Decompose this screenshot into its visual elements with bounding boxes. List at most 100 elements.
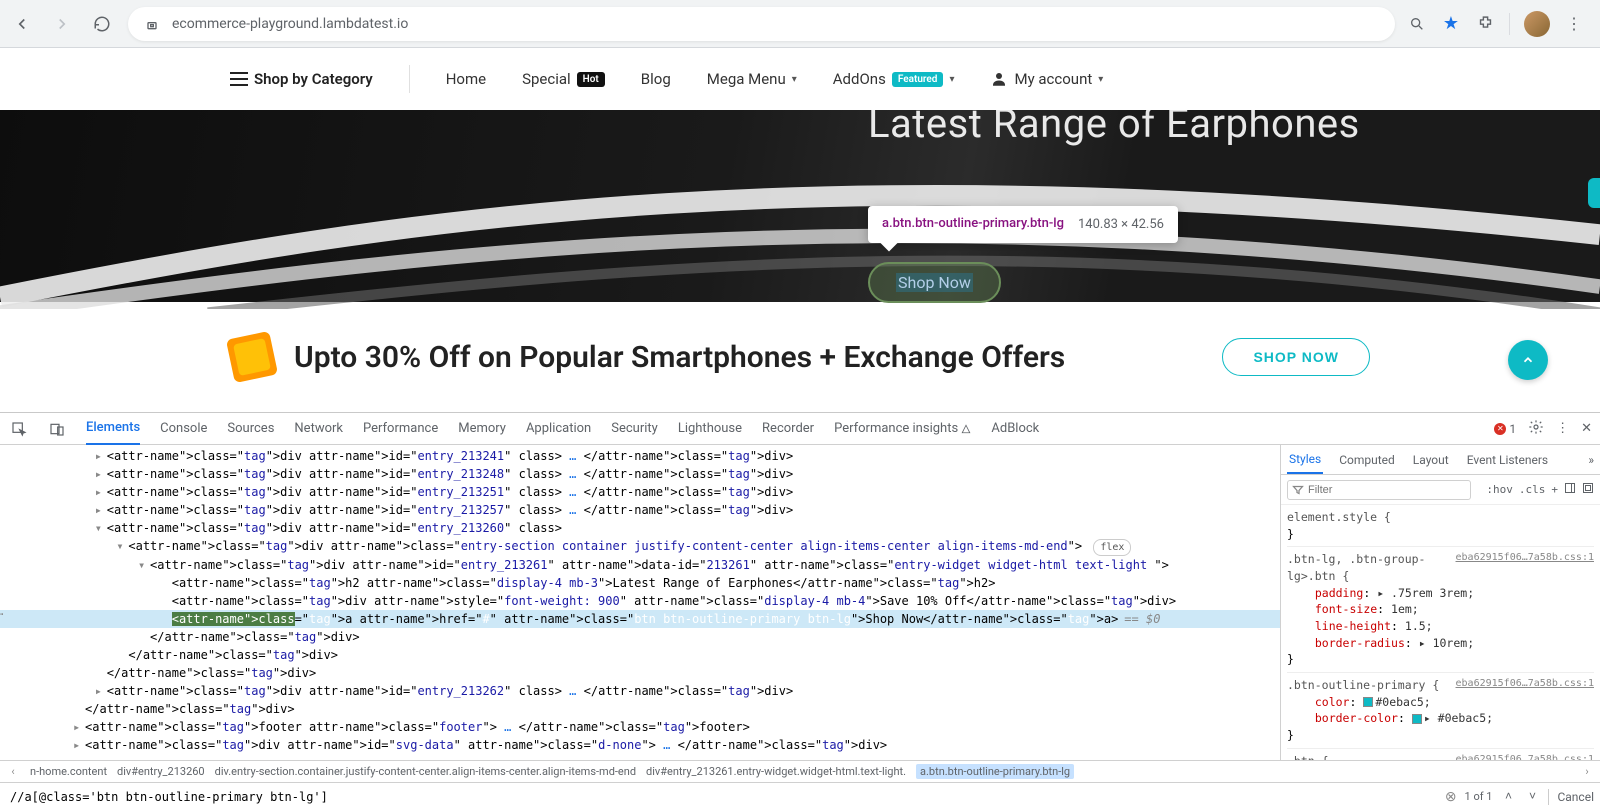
discount-tag-icon bbox=[226, 331, 278, 383]
page-scrollbar-thumb[interactable] bbox=[1588, 178, 1600, 208]
css-rule-block[interactable]: element.style {} bbox=[1287, 509, 1594, 547]
devtools-body: ⋯ ▸<attr-name">class="tag">div attr-name… bbox=[0, 445, 1600, 760]
dom-tree-line[interactable]: ▾<attr-name">class="tag">div attr-name">… bbox=[0, 556, 1280, 574]
breadcrumb-item[interactable]: div#entry_213260 bbox=[117, 765, 205, 778]
rendering-icon[interactable] bbox=[1582, 482, 1594, 497]
css-rule-block[interactable]: eba62915f06…7a58b.css:1.btn-lg, .btn-gro… bbox=[1287, 551, 1594, 673]
devtools-settings-icon[interactable] bbox=[1528, 419, 1544, 439]
divider bbox=[1509, 13, 1510, 35]
tab-network[interactable]: Network bbox=[294, 413, 343, 444]
devtools-menu-icon[interactable]: ⋮ bbox=[1556, 421, 1569, 436]
bookmark-star-icon[interactable]: ★ bbox=[1441, 14, 1461, 34]
styles-tab-event-listeners[interactable]: Event Listeners bbox=[1465, 447, 1550, 473]
css-rule-block[interactable]: eba62915f06…7a58b.css:1.btn { display: i… bbox=[1287, 753, 1594, 760]
styles-tab-computed[interactable]: Computed bbox=[1337, 447, 1397, 473]
extensions-icon[interactable] bbox=[1475, 14, 1495, 34]
breadcrumb-item[interactable]: n-home.content bbox=[30, 765, 107, 778]
nav-my-account[interactable]: My account ▾ bbox=[990, 70, 1103, 88]
styles-filter-input[interactable] bbox=[1287, 480, 1471, 500]
cls-toggle[interactable]: .cls bbox=[1519, 483, 1546, 496]
tab-elements[interactable]: Elements bbox=[86, 412, 140, 445]
nav-mega-menu[interactable]: Mega Menu ▾ bbox=[707, 70, 797, 88]
tab-performance-insights[interactable]: Performance insights bbox=[834, 413, 971, 444]
site-info-icon[interactable] bbox=[142, 14, 162, 34]
nav-special[interactable]: Special Hot bbox=[522, 70, 605, 88]
tab-performance[interactable]: Performance bbox=[363, 413, 438, 444]
dom-tree-line[interactable]: ▸<attr-name">class="tag">div attr-name">… bbox=[0, 447, 1280, 465]
devtools-close-icon[interactable]: ✕ bbox=[1581, 421, 1592, 436]
error-counter[interactable]: ✕1 bbox=[1494, 422, 1516, 436]
dom-tree-line[interactable]: </attr-name">class="tag">div> bbox=[0, 700, 1280, 718]
tab-adblock[interactable]: AdBlock bbox=[991, 413, 1039, 444]
url-text: ecommerce-playground.lambdatest.io bbox=[172, 16, 1381, 32]
hero-section: Latest Range of Earphones bbox=[0, 110, 1600, 302]
devtools-tabs: Elements Console Sources Network Perform… bbox=[0, 413, 1600, 445]
scroll-to-top-button[interactable] bbox=[1508, 340, 1548, 380]
chrome-menu-icon[interactable]: ⋮ bbox=[1564, 14, 1584, 34]
profile-avatar[interactable] bbox=[1524, 11, 1550, 37]
zoom-icon[interactable] bbox=[1407, 14, 1427, 34]
dom-tree-line[interactable]: </attr-name">class="tag">div> bbox=[0, 646, 1280, 664]
search-cancel-button[interactable]: Cancel bbox=[1557, 790, 1594, 804]
tab-lighthouse[interactable]: Lighthouse bbox=[678, 413, 742, 444]
hero-shop-now-button[interactable]: Shop Now bbox=[868, 262, 1001, 303]
dom-tree-line[interactable]: ▸<attr-name">class="tag">div attr-name">… bbox=[0, 465, 1280, 483]
computed-sidebar-icon[interactable] bbox=[1564, 482, 1576, 497]
dom-tree-line[interactable]: <attr-name">class="tag">h2 attr-name">cl… bbox=[0, 574, 1280, 592]
styles-tab-styles[interactable]: Styles bbox=[1287, 446, 1323, 474]
hov-toggle[interactable]: :hov bbox=[1486, 483, 1513, 496]
styles-tabs: Styles Computed Layout Event Listeners » bbox=[1281, 445, 1600, 475]
styles-tabs-more-icon[interactable]: » bbox=[1588, 453, 1594, 467]
styles-tab-layout[interactable]: Layout bbox=[1411, 447, 1451, 473]
dom-tree-line[interactable]: <attr-name">class="tag">div attr-name">s… bbox=[0, 592, 1280, 610]
device-toolbar-icon[interactable] bbox=[48, 420, 66, 438]
tab-sources[interactable]: Sources bbox=[227, 413, 274, 444]
breadcrumb-scroll-left[interactable]: ‹ bbox=[6, 765, 20, 778]
breadcrumb-scroll-right[interactable]: › bbox=[1580, 765, 1594, 778]
address-bar[interactable]: ecommerce-playground.lambdatest.io bbox=[128, 7, 1395, 41]
hamburger-icon bbox=[230, 72, 248, 86]
breadcrumb-item[interactable]: div#entry_213261.entry-widget.widget-htm… bbox=[646, 765, 906, 778]
dom-tree-line[interactable]: ▸<attr-name">class="tag">div attr-name">… bbox=[0, 501, 1280, 519]
dom-tree-line[interactable]: ▸<attr-name">class="tag">div attr-name">… bbox=[0, 483, 1280, 501]
back-button[interactable] bbox=[8, 10, 36, 38]
dom-tree-line[interactable]: ▾<attr-name">class="tag">div attr-name">… bbox=[0, 519, 1280, 537]
hero-title: Latest Range of Earphones bbox=[868, 100, 1360, 147]
elements-tree[interactable]: ⋯ ▸<attr-name">class="tag">div attr-name… bbox=[0, 445, 1280, 760]
reload-button[interactable] bbox=[88, 10, 116, 38]
dom-tree-line[interactable]: ▸<attr-name">class="tag">footer attr-nam… bbox=[0, 718, 1280, 736]
breadcrumb-item-active[interactable]: a.btn.btn-outline-primary.btn-lg bbox=[916, 764, 1074, 779]
new-style-rule-icon[interactable]: + bbox=[1551, 483, 1558, 496]
nav-home[interactable]: Home bbox=[446, 70, 486, 88]
elements-search-input[interactable] bbox=[6, 788, 1437, 806]
forward-button[interactable] bbox=[48, 10, 76, 38]
search-prev-icon[interactable]: ˄ bbox=[1500, 789, 1516, 805]
dom-tree-line[interactable]: </attr-name">class="tag">div> bbox=[0, 628, 1280, 646]
nav-addons[interactable]: AddOns Featured ▾ bbox=[833, 70, 955, 88]
promo-shop-now-button[interactable]: SHOP NOW bbox=[1222, 338, 1370, 376]
tooltip-dimensions: 140.83 × 42.56 bbox=[1078, 217, 1164, 232]
dom-tree-line[interactable]: ▸<attr-name">class="tag">div attr-name">… bbox=[0, 736, 1280, 754]
chevron-down-icon: ▾ bbox=[1098, 74, 1103, 85]
tab-recorder[interactable]: Recorder bbox=[762, 413, 814, 444]
shop-by-category-menu[interactable]: Shop by Category bbox=[230, 70, 373, 88]
dom-tree-line[interactable]: ▸<attr-name">class="tag">div attr-name">… bbox=[0, 682, 1280, 700]
dom-tree-line[interactable]: <attr-name">class="tag">a attr-name">hre… bbox=[0, 610, 1280, 628]
devtools-panel: Elements Console Sources Network Perform… bbox=[0, 412, 1600, 810]
browser-toolbar: ecommerce-playground.lambdatest.io ★ ⋮ bbox=[0, 0, 1600, 48]
search-clear-icon[interactable]: ⊗ bbox=[1445, 789, 1457, 805]
page-viewport: Shop by Category Home Special Hot Blog M… bbox=[0, 48, 1600, 412]
dom-tree-line[interactable]: </attr-name">class="tag">div> bbox=[0, 664, 1280, 682]
tab-security[interactable]: Security bbox=[611, 413, 658, 444]
styles-rules[interactable]: element.style {} eba62915f06…7a58b.css:1.… bbox=[1281, 505, 1600, 760]
tab-console[interactable]: Console bbox=[160, 413, 207, 444]
search-next-icon[interactable]: ˅ bbox=[1524, 789, 1540, 805]
tab-memory[interactable]: Memory bbox=[458, 413, 506, 444]
tab-application[interactable]: Application bbox=[526, 413, 591, 444]
dom-tree-line[interactable]: ▾<attr-name">class="tag">div attr-name">… bbox=[0, 537, 1280, 556]
breadcrumb-item[interactable]: div.entry-section.container.justify-cont… bbox=[215, 765, 636, 778]
filter-icon bbox=[1292, 484, 1304, 496]
nav-blog[interactable]: Blog bbox=[641, 70, 671, 88]
css-rule-block[interactable]: eba62915f06…7a58b.css:1.btn-outline-prim… bbox=[1287, 677, 1594, 749]
inspect-element-icon[interactable] bbox=[10, 420, 28, 438]
